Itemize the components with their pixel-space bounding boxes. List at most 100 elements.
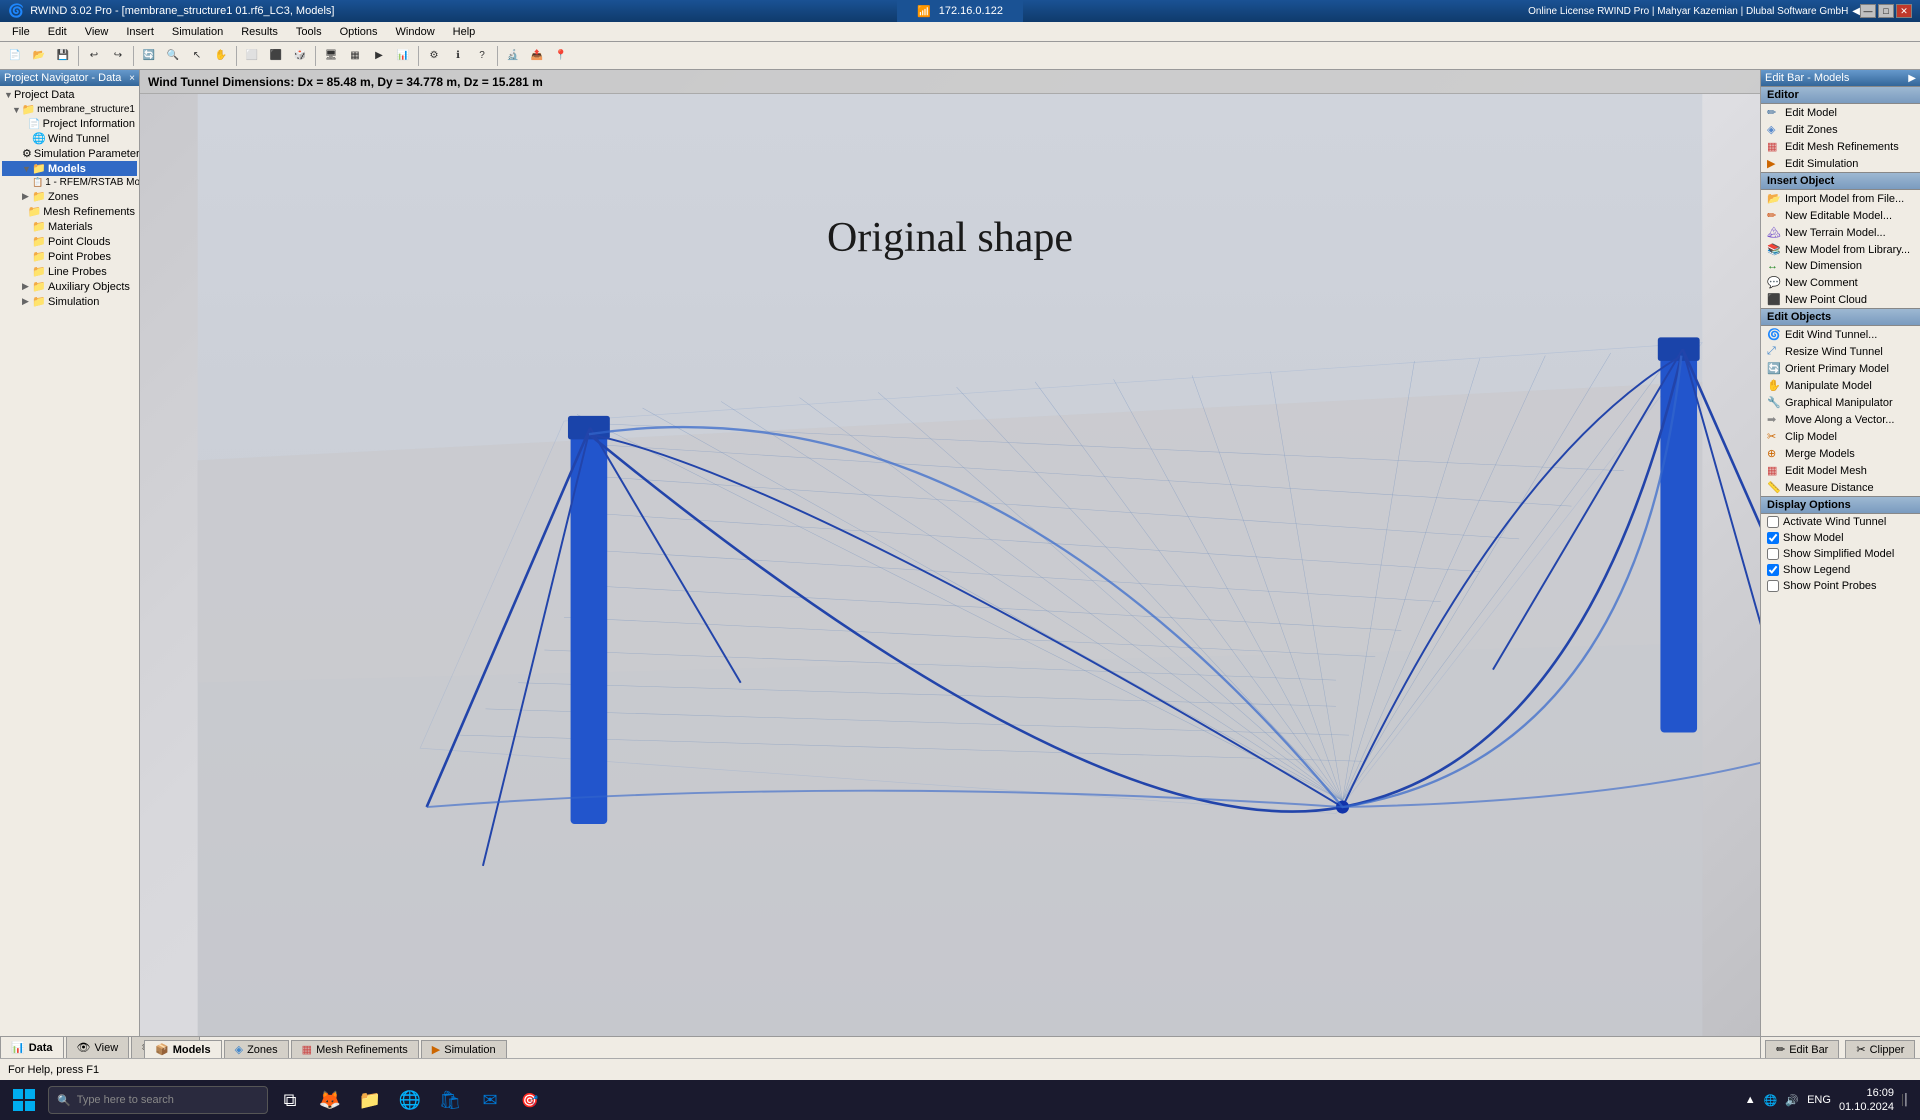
tb-redo[interactable]: ↪ [107,45,129,67]
item-edit-mesh-refinements[interactable]: ▦ Edit Mesh Refinements [1761,138,1920,155]
item-edit-simulation[interactable]: ▶ Edit Simulation [1761,155,1920,172]
tree-rfem[interactable]: 📋 1 - RFEM/RSTAB Mo [2,176,137,189]
chrome-icon[interactable]: 🌐 [392,1082,428,1118]
tb-undo[interactable]: ↩ [83,45,105,67]
tab-view[interactable]: 👁 View [66,1036,130,1058]
tree-point-probes[interactable]: 📁 Point Probes [2,249,137,264]
menu-simulation[interactable]: Simulation [164,24,231,40]
tb-simulation[interactable]: 🔬 [502,45,524,67]
menu-view[interactable]: View [77,24,117,40]
tab-data[interactable]: 📊 Data [0,1036,64,1058]
item-new-editable[interactable]: ✏ New Editable Model... [1761,207,1920,224]
tree-mesh-ref[interactable]: 📁 Mesh Refinements [2,204,137,219]
right-panel-collapse[interactable]: ▶ [1908,73,1916,84]
close-button[interactable]: ✕ [1896,4,1912,18]
task-view-button[interactable]: ⧉ [272,1082,308,1118]
item-edit-mesh[interactable]: ▦ Edit Model Mesh [1761,462,1920,479]
item-new-terrain[interactable]: 🏔 New Terrain Model... [1761,224,1920,241]
item-move-vector[interactable]: ➡ Move Along a Vector... [1761,411,1920,428]
item-merge-models[interactable]: ⊕ Merge Models [1761,445,1920,462]
tree-line-probes[interactable]: 📁 Line Probes [2,264,137,279]
tb-select[interactable]: ↖ [186,45,208,67]
tree-materials[interactable]: 📁 Materials [2,219,137,234]
checkbox-simplified-model[interactable]: Show Simplified Model [1761,546,1920,562]
menu-results[interactable]: Results [233,24,286,40]
tb-view-top[interactable]: ⬛ [265,45,287,67]
tb-mesh[interactable]: ▦ [344,45,366,67]
search-bar[interactable]: 🔍 Type here to search [48,1086,268,1114]
menu-edit[interactable]: Edit [40,24,75,40]
tb-view-3d[interactable]: 🎲 [289,45,311,67]
minimize-button[interactable]: — [1860,4,1876,18]
tab-models[interactable]: 📦 Models [144,1040,222,1058]
tree-project-info[interactable]: 📄 Project Information [2,117,137,131]
tb-pan[interactable]: ✋ [210,45,232,67]
tree-models[interactable]: ▼ 📁 Models [2,161,137,176]
tb-display[interactable]: 🖥 [320,45,342,67]
tree-simulation[interactable]: ▶ 📁 Simulation [2,294,137,309]
item-graphical-manipulator[interactable]: 🔧 Graphical Manipulator [1761,394,1920,411]
tree-sim-params[interactable]: ⚙ Simulation Parameters [2,146,137,161]
taskbar-up-arrow[interactable]: ▲ [1745,1094,1756,1106]
folder-icon[interactable]: 📁 [352,1082,388,1118]
item-edit-model[interactable]: ✏ Edit Model [1761,104,1920,121]
tb-info[interactable]: ℹ [447,45,469,67]
tb-zoom[interactable]: 🔍 [162,45,184,67]
checkbox-point-probes[interactable]: Show Point Probes [1761,578,1920,594]
tb-probe[interactable]: 📍 [550,45,572,67]
show-desktop-button[interactable]: │ [1902,1094,1908,1106]
menu-window[interactable]: Window [388,24,443,40]
tree-membrane[interactable]: ▼ 📁 membrane_structure1 [2,102,137,117]
item-measure-distance[interactable]: 📏 Measure Distance [1761,479,1920,496]
license-collapse[interactable]: ◀ [1852,6,1860,17]
checkbox-leg-input[interactable] [1767,564,1779,576]
tree-project-data[interactable]: ▼ Project Data [2,88,137,102]
menu-help[interactable]: Help [445,24,484,40]
tb-run[interactable]: ▶ [368,45,390,67]
item-new-comment[interactable]: 💬 New Comment [1761,274,1920,291]
checkbox-simp-input[interactable] [1767,548,1779,560]
checkbox-pp-input[interactable] [1767,580,1779,592]
item-new-library[interactable]: 📚 New Model from Library... [1761,241,1920,258]
menu-options[interactable]: Options [332,24,386,40]
tb-save[interactable]: 💾 [52,45,74,67]
left-panel-controls[interactable]: × [129,73,135,84]
tb-help[interactable]: ? [471,45,493,67]
tb-new[interactable]: 📄 [4,45,26,67]
item-resize-wind-tunnel[interactable]: ⤢ Resize Wind Tunnel [1761,343,1920,360]
menu-file[interactable]: File [4,24,38,40]
tree-wind-tunnel[interactable]: 🌐 Wind Tunnel [2,131,137,146]
tab-clipper[interactable]: ✂ Clipper [1845,1040,1915,1058]
item-manipulate-model[interactable]: ✋ Manipulate Model [1761,377,1920,394]
item-orient-model[interactable]: 🔄 Orient Primary Model [1761,360,1920,377]
menu-insert[interactable]: Insert [118,24,162,40]
start-button[interactable] [4,1082,44,1118]
checkbox-sm-input[interactable] [1767,532,1779,544]
item-import-model[interactable]: 📂 Import Model from File... [1761,190,1920,207]
menu-tools[interactable]: Tools [288,24,330,40]
checkbox-wind-tunnel[interactable]: Activate Wind Tunnel [1761,514,1920,530]
tb-export[interactable]: 📤 [526,45,548,67]
tab-simulation[interactable]: ▶ Simulation [421,1040,507,1058]
item-edit-zones[interactable]: ◈ Edit Zones [1761,121,1920,138]
item-new-point-cloud[interactable]: ⬛ New Point Cloud [1761,291,1920,308]
checkbox-show-model[interactable]: Show Model [1761,530,1920,546]
item-new-dimension[interactable]: ↔ New Dimension [1761,258,1920,274]
viewport[interactable]: Wind Tunnel Dimensions: Dx = 85.48 m, Dy… [140,70,1760,1036]
tab-zones[interactable]: ◈ Zones [224,1040,289,1058]
checkbox-wt-input[interactable] [1767,516,1779,528]
app1-icon[interactable]: 🎯 [512,1082,548,1118]
model-area[interactable]: Original shape [140,94,1760,1036]
tb-view-front[interactable]: ⬜ [241,45,263,67]
tb-settings[interactable]: ⚙ [423,45,445,67]
tab-edit-bar[interactable]: ✏ Edit Bar [1765,1040,1839,1058]
maximize-button[interactable]: □ [1878,4,1894,18]
item-clip-model[interactable]: ✂ Clip Model [1761,428,1920,445]
tree-point-clouds[interactable]: 📁 Point Clouds [2,234,137,249]
mail-icon[interactable]: ✉ [472,1082,508,1118]
item-edit-wind-tunnel[interactable]: 🌀 Edit Wind Tunnel... [1761,326,1920,343]
tb-results[interactable]: 📊 [392,45,414,67]
tab-mesh-refinements[interactable]: ▦ Mesh Refinements [291,1040,419,1058]
tree-zones[interactable]: ▶ 📁 Zones [2,189,137,204]
checkbox-show-legend[interactable]: Show Legend [1761,562,1920,578]
